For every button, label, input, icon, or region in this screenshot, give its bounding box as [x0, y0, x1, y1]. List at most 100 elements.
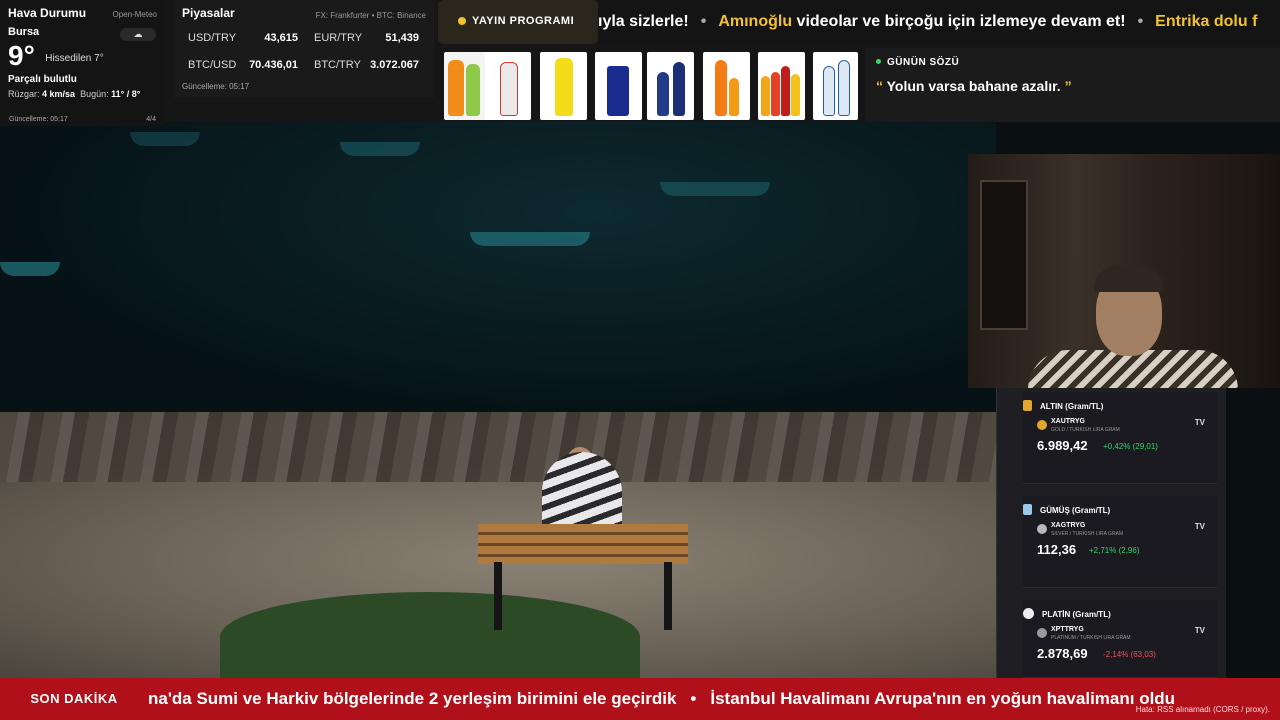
market-value: 70.436,01 [249, 59, 298, 71]
medal-icon [1023, 608, 1034, 619]
product-image [595, 52, 642, 120]
quote-widget: GÜNÜN SÖZÜ “ Yolun varsa bahane azalır. … [866, 48, 1280, 122]
medal-icon [1023, 400, 1032, 411]
video-scene [0, 122, 996, 678]
stream-overlay: Hava Durumu Open-Meteo Bursa ☁ 9° Hissed… [0, 0, 1280, 720]
metal-ticker: XPTTRYG [1051, 626, 1084, 633]
breaking-news-bar: SON DAKİKA na'da Sumi ve Harkiv bölgeler… [0, 678, 1280, 720]
market-row: BTC/USD 70.436,01 [188, 59, 298, 71]
bottle [781, 66, 790, 116]
metal-subtitle: GOLD / TURKISH LIRA GRAM [1051, 427, 1120, 433]
bottle [448, 60, 464, 116]
tradingview-icon[interactable]: TV [1195, 418, 1205, 427]
coin-icon [1037, 420, 1047, 430]
bottle [791, 74, 800, 116]
metal-ticker: XAUTRYG [1051, 418, 1085, 425]
weather-wind: Rüzgar: 4 km/sa Bugün: 11° / 8° [8, 89, 156, 99]
markets-widget: Piyasalar FX: Frankfurter • BTC: Binance… [174, 0, 434, 98]
metal-card: GÜMÜŞ (Gram/TL) XAGTRYG SILVER / TURKISH… [1023, 496, 1217, 588]
boat [660, 182, 770, 196]
metal-price: 2.878,69 [1037, 646, 1088, 661]
dot-icon [458, 17, 466, 25]
markets-source: FX: Frankfurter • BTC: Binance [315, 11, 426, 20]
bottle [771, 72, 780, 116]
metal-title-label: ALTIN (Gram/TL) [1040, 402, 1104, 411]
market-value: 51,439 [385, 32, 419, 44]
ticker-separator: • [700, 13, 707, 30]
metal-price: 112,36 [1037, 542, 1077, 557]
can [607, 66, 629, 116]
wind-label: Rüzgar: [8, 89, 40, 99]
product-image [540, 52, 587, 120]
weather-feels: Hissedilen 7° [45, 53, 104, 64]
product-image [813, 52, 858, 120]
metals-panel: ALTIN (Gram/TL) XAUTRYG GOLD / TURKISH L… [996, 388, 1226, 678]
product-image [703, 52, 750, 120]
metal-title-label: PLATİN (Gram/TL) [1042, 610, 1111, 619]
cloud-icon: ☁ [120, 28, 156, 41]
bottle [823, 66, 835, 116]
bottle [761, 76, 770, 116]
ticker-text: videolar ve birçoğu için izlemeye devam … [792, 13, 1126, 30]
market-label: EUR/TRY [314, 32, 363, 44]
metal-title: ALTIN (Gram/TL) [1023, 400, 1103, 411]
quote-header-label: GÜNÜN SÖZÜ [887, 57, 960, 68]
market-row: USD/TRY 43,615 [188, 32, 298, 44]
streamer-hair [1094, 266, 1164, 292]
grass-patch [220, 592, 640, 678]
metal-title: GÜMÜŞ (Gram/TL) [1023, 504, 1110, 515]
person-sitting [542, 452, 622, 532]
metal-card: PLATİN (Gram/TL) XPTTRYG PLATINUM / TURK… [1023, 600, 1217, 678]
today-label: Bugün: [80, 89, 109, 99]
news-ticker: na'da Sumi ve Harkiv bölgelerinde 2 yerl… [148, 678, 1175, 720]
quote-text: “ Yolun varsa bahane azalır. ” [876, 78, 1270, 94]
weather-temp: 9° [8, 40, 35, 71]
market-label: BTC/TRY [314, 59, 361, 71]
metal-change: +2,71% (2,96) [1089, 546, 1140, 555]
metal-ticker: XAGTRYG [1051, 522, 1086, 529]
weather-widget: Hava Durumu Open-Meteo Bursa ☁ 9° Hissed… [0, 0, 164, 126]
market-row: EUR/TRY 51,439 [314, 32, 419, 44]
ticker-text: ıyla sizlerle! [598, 13, 689, 30]
boat [130, 132, 200, 146]
background-window [980, 180, 1028, 330]
program-button[interactable]: YAYIN PROGRAMI [438, 0, 598, 44]
weather-source: Open-Meteo [112, 10, 157, 19]
coin-icon [1037, 628, 1047, 638]
markets-updated: Güncelleme: 05:17 [182, 82, 250, 91]
metal-change: -2,14% (63,03) [1103, 650, 1156, 659]
weather-updated: Güncelleme: 05:17 [9, 116, 68, 123]
ticker-separator: • [1137, 13, 1144, 30]
market-row: BTC/TRY 3.072.067 [314, 59, 419, 71]
wind-value: 4 km/sa [42, 89, 76, 99]
coin-icon [1037, 524, 1047, 534]
bottle [838, 60, 850, 116]
quote-header: GÜNÜN SÖZÜ [876, 57, 1270, 68]
product-image [485, 52, 531, 120]
product-image [758, 52, 805, 120]
bottle [715, 60, 727, 116]
bottle [466, 64, 480, 116]
news-separator: • [690, 689, 697, 708]
market-value: 3.072.067 [370, 59, 419, 71]
bottle [729, 78, 739, 116]
tradingview-icon[interactable]: TV [1195, 522, 1205, 531]
market-value: 43,615 [264, 32, 298, 44]
metal-card: ALTIN (Gram/TL) XAUTRYG GOLD / TURKISH L… [1023, 392, 1217, 484]
product-strip [444, 52, 858, 120]
top-ticker: ıyla sizlerle! • Amınoğlu videolar ve birç… [598, 0, 1280, 44]
metal-title: PLATİN (Gram/TL) [1023, 608, 1111, 619]
rss-error: Hata: RSS alınamadı (CORS / proxy). [1135, 705, 1270, 714]
ticker-highlight: Entrika dolu [1155, 13, 1253, 30]
metal-change: +0,42% (29,01) [1103, 442, 1158, 451]
quote-close-mark: ” [1064, 78, 1072, 94]
product-image [444, 52, 491, 120]
bottle [657, 72, 669, 116]
market-label: BTC/USD [188, 59, 237, 71]
news-item: na'da Sumi ve Harkiv bölgelerinde 2 yerl… [148, 689, 677, 708]
bottle [673, 62, 685, 116]
news-item: İstanbul Havalimanı Avrupa'nın en yoğun … [710, 689, 1176, 708]
bottle [555, 58, 573, 116]
tradingview-icon[interactable]: TV [1195, 626, 1205, 635]
bottle [500, 62, 518, 116]
